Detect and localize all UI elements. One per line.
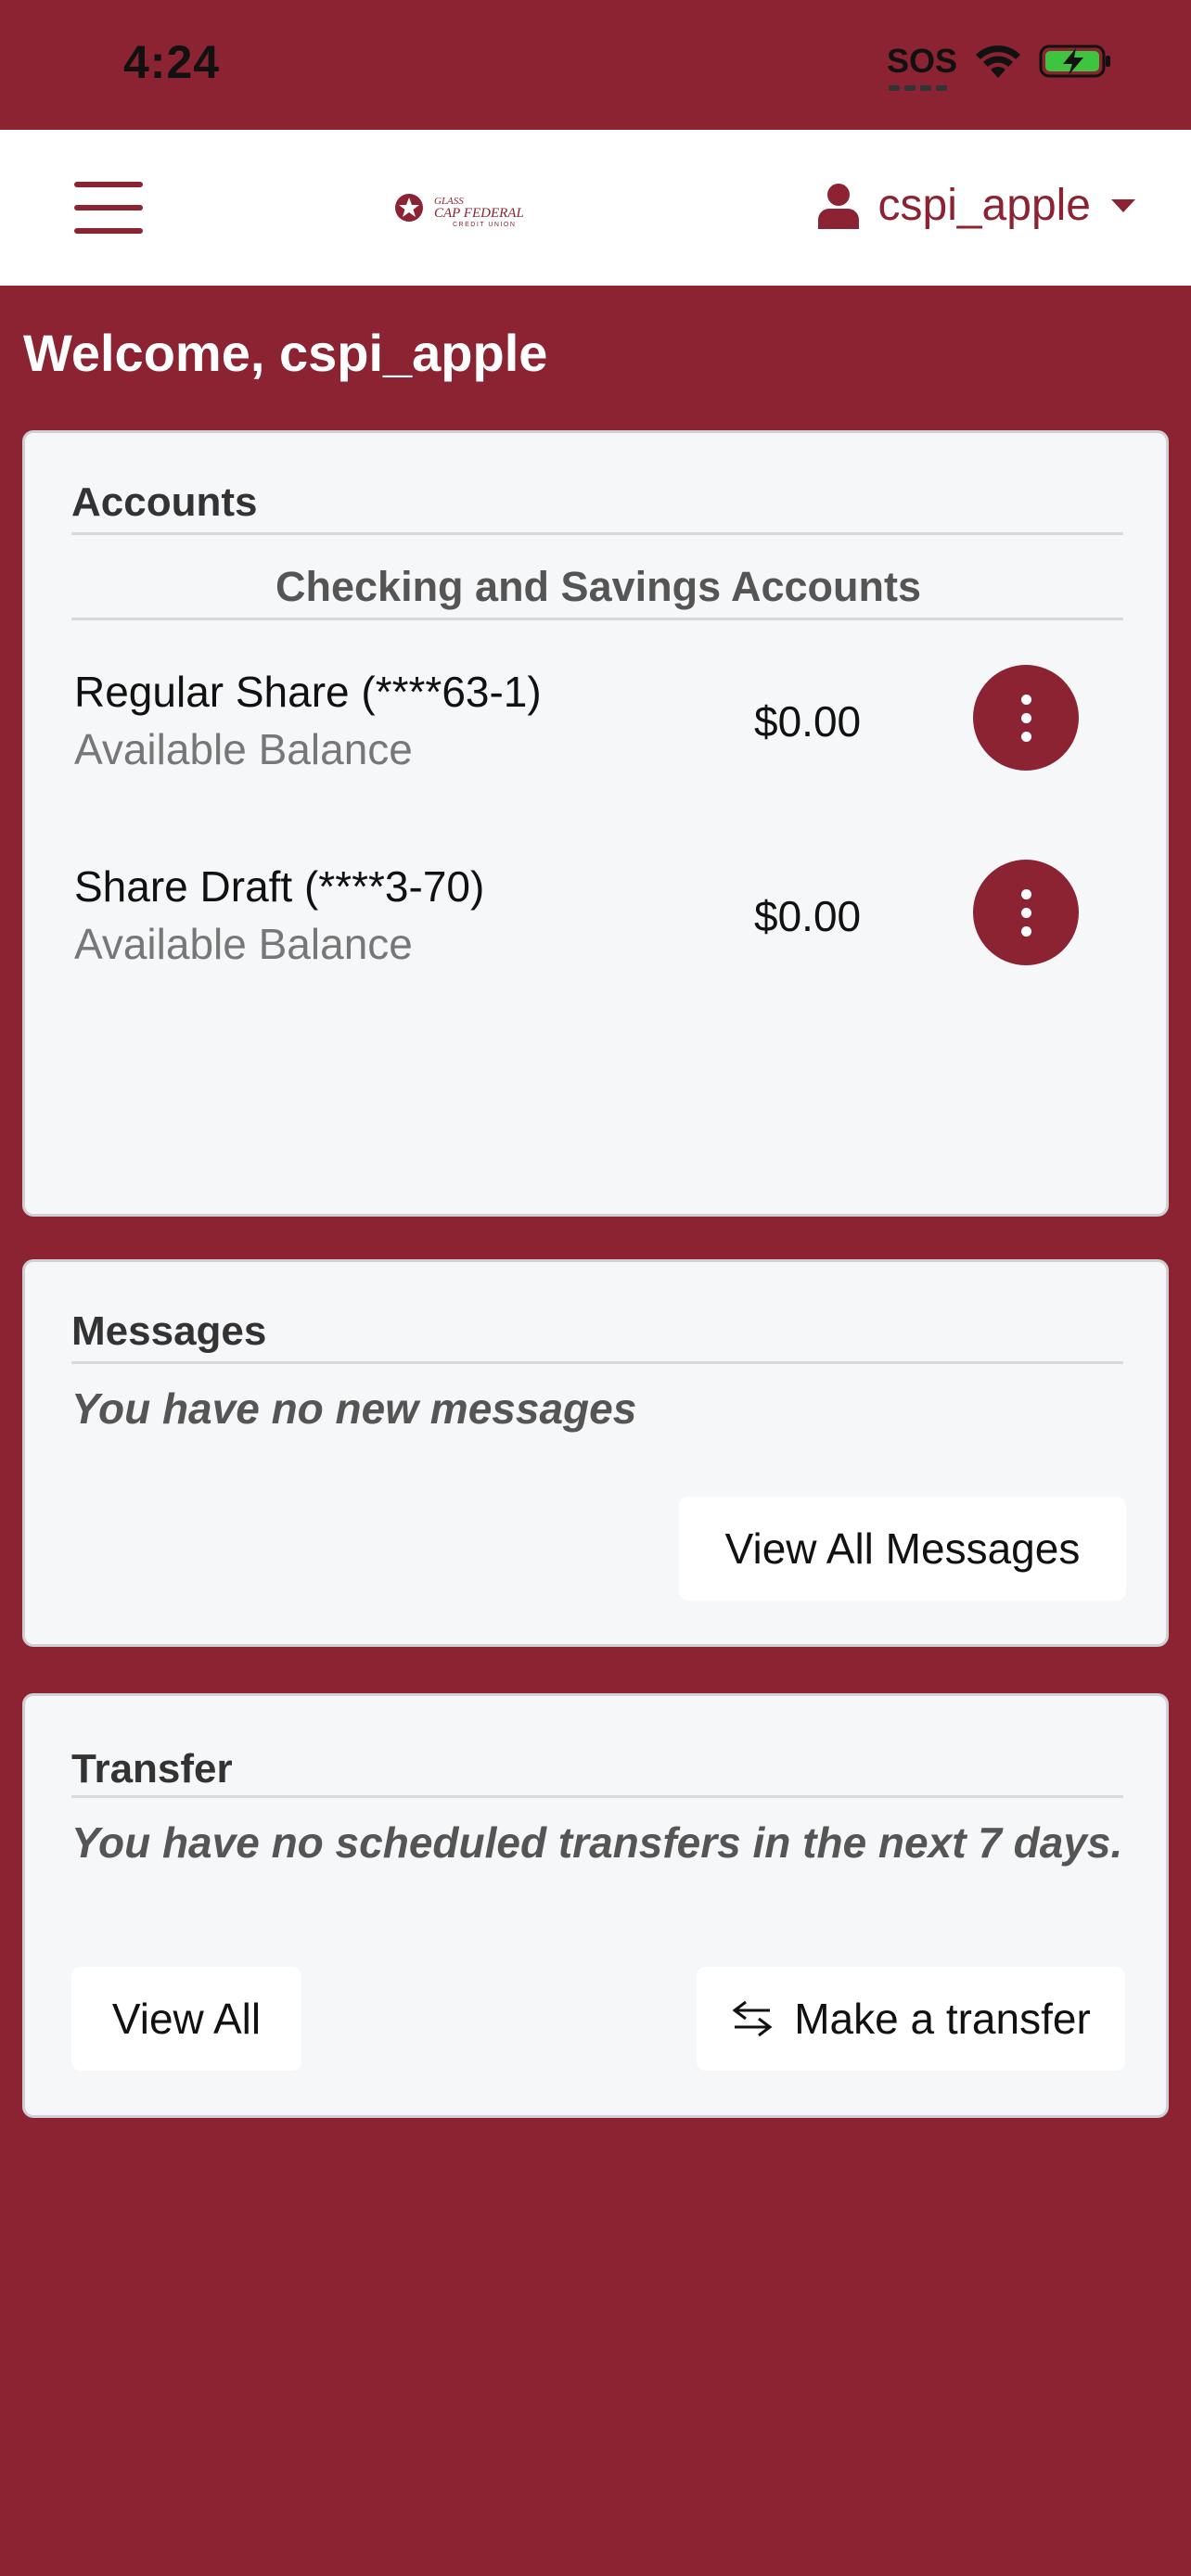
account-name: Regular Share (****63-1) [74, 668, 542, 716]
welcome-heading: Welcome, cspi_apple [23, 324, 548, 382]
caret-down-icon [1111, 198, 1135, 212]
accounts-section-heading: Checking and Savings Accounts [275, 563, 921, 610]
user-icon [817, 183, 859, 229]
view-all-transfers-button[interactable]: View All [71, 1967, 301, 2071]
accounts-card: Accounts Checking and Savings Accounts R… [22, 430, 1169, 1217]
account-row[interactable]: Regular Share (****63-1) Available Balan… [25, 665, 1172, 778]
menu-icon[interactable] [74, 182, 143, 234]
wifi-icon [976, 45, 1020, 78]
user-menu[interactable]: cspi_apple [817, 180, 1138, 231]
kebab-icon[interactable] [973, 665, 1079, 771]
transfer-empty-note: You have no scheduled transfers in the n… [71, 1818, 1123, 1867]
messages-title-rule [71, 1361, 1123, 1364]
account-balance-label: Available Balance [74, 725, 413, 773]
sos-indicator: SOS [886, 42, 957, 91]
logo-line3: CREDIT UNION [453, 222, 516, 228]
account-balance-label: Available Balance [74, 920, 413, 968]
account-name: Share Draft (****3-70) [74, 862, 485, 911]
view-all-messages-button[interactable]: View All Messages [679, 1497, 1126, 1600]
accounts-title: Accounts [71, 479, 258, 525]
battery-icon [1039, 45, 1110, 78]
account-balance-amount: $0.00 [754, 697, 862, 746]
username-label: cspi_apple [877, 181, 1092, 230]
status-time: 4:24 [123, 36, 221, 88]
transfer-title-rule [71, 1795, 1123, 1798]
kebab-icon[interactable] [973, 860, 1079, 965]
account-row[interactable]: Share Draft (****3-70) Available Balance… [25, 860, 1172, 973]
make-transfer-button[interactable]: Make a transfer [697, 1967, 1125, 2071]
status-icons: SOS [886, 42, 1113, 91]
messages-empty-note: You have no new messages [71, 1384, 637, 1433]
transfer-arrows-icon [732, 2000, 773, 2037]
logo-line2: CAP FEDERAL [434, 206, 524, 221]
account-balance-amount: $0.00 [754, 892, 862, 940]
status-bar: 4:24 SOS [0, 0, 1191, 130]
top-navbar: GLASS CAP FEDERAL CREDIT UNION cspi_appl… [0, 130, 1191, 286]
logo-star-icon: GLASS CAP FEDERAL CREDIT UNION [395, 194, 524, 228]
transfer-card: Transfer You have no scheduled transfers… [22, 1693, 1169, 2118]
transfer-title: Transfer [71, 1746, 233, 1792]
messages-title: Messages [71, 1308, 267, 1354]
sos-label: SOS [886, 42, 957, 80]
accounts-title-rule [71, 532, 1123, 535]
make-transfer-label: Make a transfer [794, 1995, 1091, 2043]
accounts-section-rule [71, 618, 1123, 620]
messages-card: Messages You have no new messages View A… [22, 1259, 1169, 1647]
